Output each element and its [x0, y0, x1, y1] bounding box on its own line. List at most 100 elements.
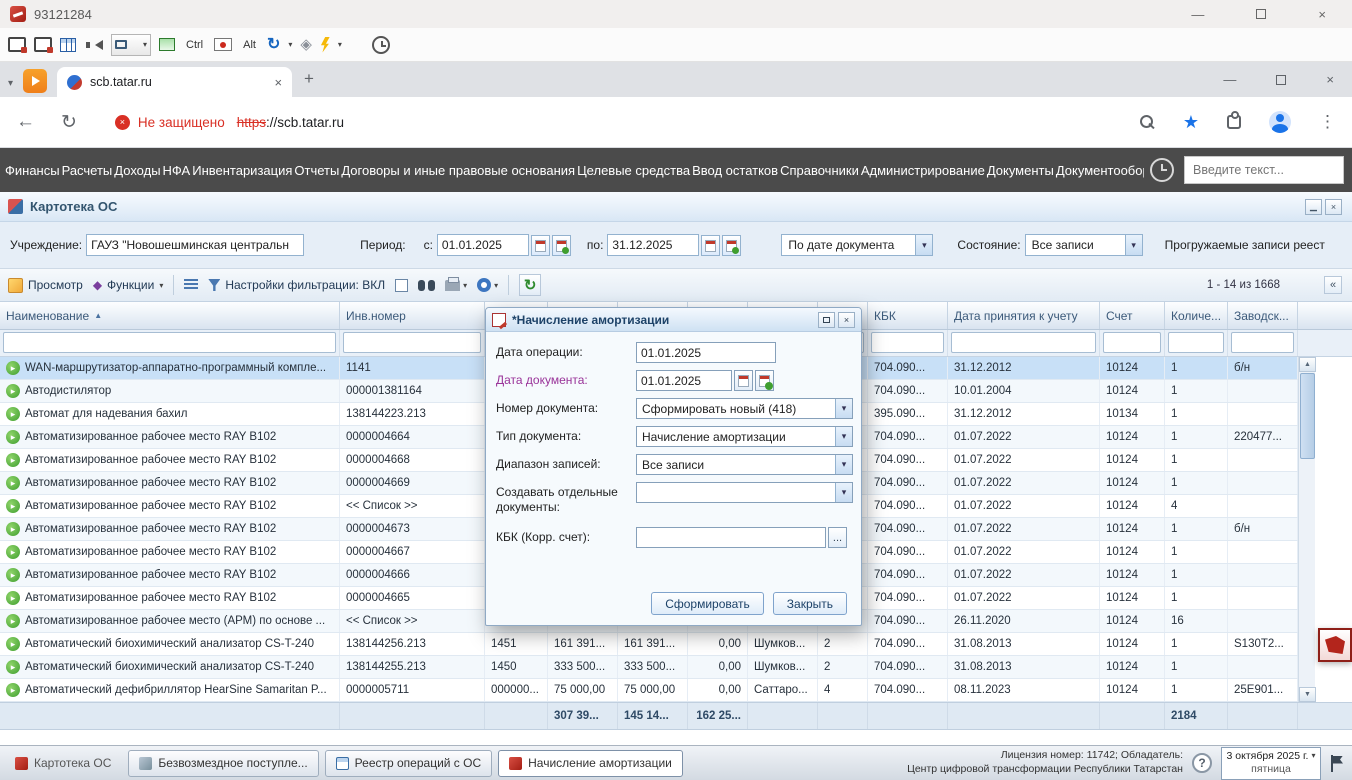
dropdown-select[interactable]: Сформировать новый (418)▾ — [636, 398, 853, 419]
column-header-2[interactable]: Инв.номер — [340, 302, 485, 329]
keyboard-alt-icon[interactable] — [34, 37, 52, 52]
scroll-down-icon[interactable]: ▼ — [1299, 687, 1316, 702]
date-panel[interactable]: 3 октября 2025 г.▾ пятница — [1221, 747, 1321, 780]
dialog-close-icon[interactable]: × — [838, 312, 855, 328]
row-marker-icon[interactable]: ▸ — [6, 614, 20, 628]
table-row-14[interactable]: ▸Автоматический биохимический анализатор… — [0, 656, 1298, 679]
menu-item-4[interactable]: НФА — [162, 163, 192, 178]
clock-icon[interactable] — [372, 36, 390, 54]
row-marker-icon[interactable]: ▸ — [6, 568, 20, 582]
row-marker-icon[interactable]: ▸ — [6, 660, 20, 674]
print-button[interactable]: ▾ — [445, 280, 467, 291]
browser-close-icon[interactable]: × — [1326, 72, 1334, 87]
row-marker-icon[interactable]: ▸ — [6, 591, 20, 605]
text-input[interactable] — [636, 342, 776, 363]
date-input[interactable] — [636, 370, 732, 391]
browser-menu-icon[interactable]: ⋮ — [1319, 112, 1336, 132]
row-marker-icon[interactable]: ▸ — [6, 476, 20, 490]
collapse-panel-button[interactable]: « — [1324, 276, 1342, 294]
browser-minimize-icon[interactable]: — — [1223, 72, 1236, 87]
bookmark-star-icon[interactable]: ★ — [1183, 113, 1199, 131]
close-icon[interactable]: × — [1318, 7, 1326, 22]
grid-icon[interactable] — [60, 38, 76, 52]
row-marker-icon[interactable]: ▸ — [6, 453, 20, 467]
back-icon[interactable]: ← — [16, 111, 35, 133]
dropdown-select[interactable]: ▾ — [636, 482, 853, 503]
date-mode-select[interactable]: По дате документа▾ — [781, 234, 933, 256]
column-header-9[interactable]: КБК — [868, 302, 948, 329]
menu-item-10[interactable]: Справочники — [779, 163, 860, 178]
address-field[interactable]: × Не защищено https://scb.tatar.ru — [115, 115, 344, 130]
taskbar-button-4[interactable]: Начисление амортизации — [498, 750, 683, 777]
taskbar-button-2[interactable]: Безвозмездное поступле... — [128, 750, 318, 777]
row-marker-icon[interactable]: ▸ — [6, 499, 20, 513]
column-filter-input-13[interactable] — [1231, 332, 1294, 353]
maximize-icon[interactable] — [1256, 9, 1266, 19]
tab-list-chevron-icon[interactable]: ▾ — [8, 78, 13, 89]
search-icon[interactable] — [1139, 114, 1155, 130]
period-from-input[interactable] — [437, 234, 529, 256]
row-marker-icon[interactable]: ▸ — [6, 637, 20, 651]
window-close-icon[interactable]: × — [1325, 199, 1342, 215]
menu-item-6[interactable]: Отчеты — [293, 163, 340, 178]
calendar-icon[interactable] — [531, 235, 550, 256]
menu-item-8[interactable]: Целевые средства — [576, 163, 691, 178]
column-filter-input-9[interactable] — [871, 332, 944, 353]
copy-icon[interactable] — [395, 279, 408, 292]
row-marker-icon[interactable]: ▸ — [6, 407, 20, 421]
menu-item-7[interactable]: Договоры и иные правовые основания — [340, 163, 576, 178]
keyboard-icon[interactable] — [8, 37, 26, 52]
lightning-icon[interactable] — [320, 37, 330, 53]
menu-item-11[interactable]: Администрирование — [860, 163, 986, 178]
alt-button[interactable]: Alt — [240, 37, 259, 53]
monitor-select[interactable]: ▾ — [111, 34, 151, 56]
calendar-icon[interactable] — [734, 370, 753, 391]
window-minimize-icon[interactable]: ▁ — [1305, 199, 1322, 215]
dialog-titlebar[interactable]: *Начисление амортизации × — [486, 308, 861, 332]
browser-tab[interactable]: scb.tatar.ru × — [57, 67, 292, 97]
screen-record-icon[interactable] — [214, 38, 232, 51]
functions-button[interactable]: ◆Функции▾ — [93, 278, 164, 292]
new-tab-button[interactable]: + — [304, 69, 314, 89]
ellipsis-button[interactable]: ... — [828, 527, 847, 548]
minimize-icon[interactable]: — — [1191, 7, 1204, 22]
column-header-11[interactable]: Счет — [1100, 302, 1165, 329]
reconnect-icon[interactable]: ↻ — [267, 37, 280, 53]
menu-item-9[interactable]: Ввод остатков — [691, 163, 779, 178]
institution-input[interactable] — [86, 234, 304, 256]
extensions-icon[interactable] — [1227, 115, 1241, 129]
row-marker-icon[interactable]: ▸ — [6, 545, 20, 559]
column-header-12[interactable]: Количе... — [1165, 302, 1228, 329]
table-row-15[interactable]: ▸Автоматический дефибриллятор HearSine S… — [0, 679, 1298, 702]
scrollbar-thumb[interactable] — [1300, 373, 1315, 459]
refresh-button[interactable]: ↻ — [519, 274, 541, 296]
binoculars-icon[interactable] — [418, 280, 435, 291]
menu-item-5[interactable]: Инвентаризация — [191, 163, 293, 178]
search-input[interactable] — [1193, 163, 1335, 177]
tab-close-icon[interactable]: × — [274, 75, 282, 90]
vertical-scrollbar[interactable]: ▲ ▼ — [1298, 357, 1315, 702]
speaker-icon[interactable] — [90, 40, 103, 50]
taskbar-button-1[interactable]: Картотека ОС — [4, 750, 122, 777]
bars-logo-button[interactable] — [1318, 628, 1352, 662]
column-filter-input-2[interactable] — [343, 332, 481, 353]
dropdown-select[interactable]: Все записи▾ — [636, 454, 853, 475]
menu-item-13[interactable]: Документооборот — [1055, 163, 1144, 178]
row-marker-icon[interactable]: ▸ — [6, 361, 20, 375]
screen-icon[interactable] — [159, 38, 175, 51]
flag-icon[interactable] — [1330, 755, 1344, 772]
taskbar-button-3[interactable]: Реестр операций с ОС — [325, 750, 492, 777]
settings-button[interactable]: ▾ — [477, 278, 498, 292]
close-button[interactable]: Закрыть — [773, 592, 847, 615]
column-header-13[interactable]: Заводск... — [1228, 302, 1298, 329]
filter-settings-button[interactable]: Настройки фильтрации: ВКЛ — [208, 278, 385, 292]
dialog-maximize-icon[interactable] — [818, 312, 835, 328]
row-marker-icon[interactable]: ▸ — [6, 384, 20, 398]
row-marker-icon[interactable]: ▸ — [6, 522, 20, 536]
column-header-10[interactable]: Дата принятия к учету — [948, 302, 1100, 329]
row-marker-icon[interactable]: ▸ — [6, 430, 20, 444]
pinned-tab-icon[interactable] — [23, 69, 47, 93]
generate-button[interactable]: Сформировать — [651, 592, 764, 615]
profile-avatar[interactable] — [1269, 111, 1291, 133]
pinwheel-icon[interactable]: ◈ — [300, 37, 312, 52]
